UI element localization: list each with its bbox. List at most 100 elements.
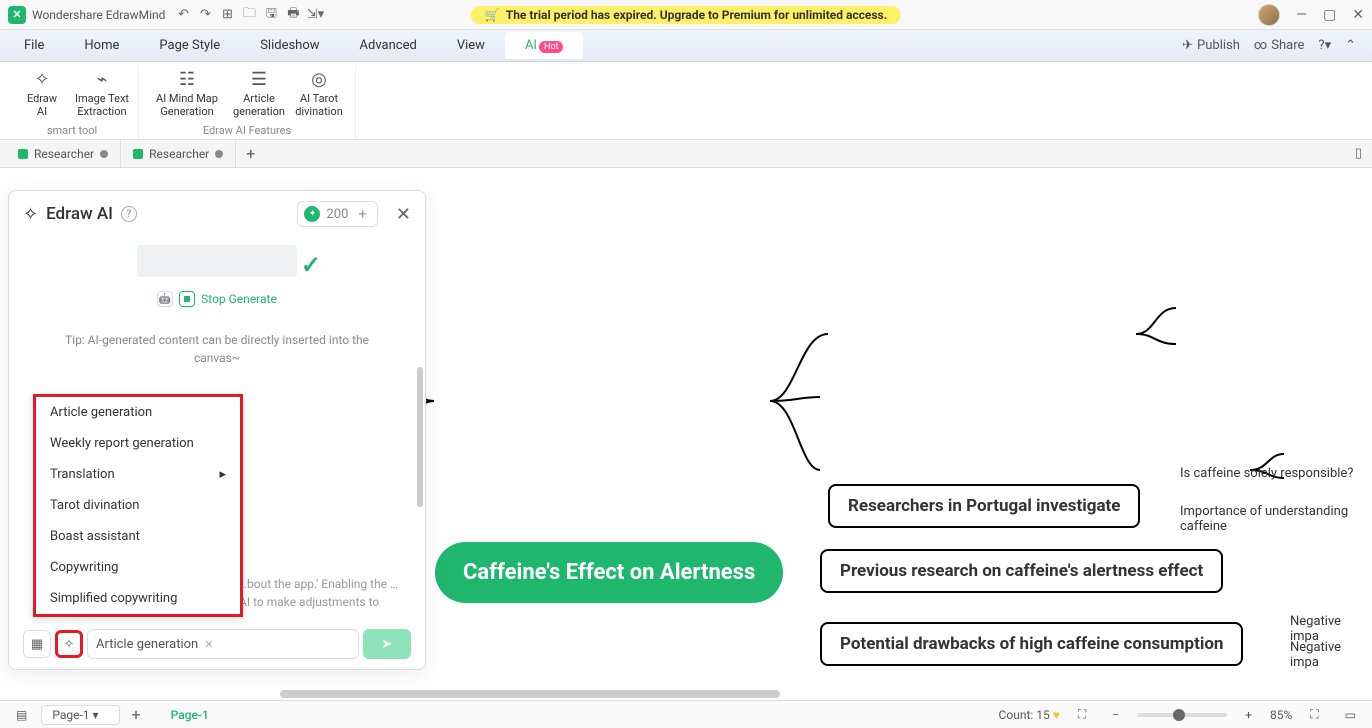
ai-mindmap-button[interactable]: ☷AI Mind MapGeneration: [147, 66, 227, 118]
count-label: Count: 15 ♥: [999, 708, 1060, 722]
collapse-ribbon-icon[interactable]: ⌃: [1345, 38, 1356, 53]
ribbon-group-smart-tool: ✧EdrawAI ⌁Image TextExtraction smart too…: [6, 66, 139, 139]
unsaved-dot-icon: [100, 150, 108, 158]
doc-tab[interactable]: Researcher: [6, 140, 121, 168]
ribbon-group-label: smart tool: [47, 124, 97, 139]
send-button[interactable]: ➤: [363, 629, 411, 659]
add-credits-icon[interactable]: +: [354, 205, 371, 223]
menu-file[interactable]: File: [4, 32, 64, 59]
image-text-extraction-button[interactable]: ⌁Image TextExtraction: [74, 66, 130, 118]
menu-page-style[interactable]: Page Style: [139, 32, 240, 59]
backdrop-placeholder-text: …bout the app.' Enabling the … AI to mak…: [239, 575, 409, 611]
mindmap-leaf-node[interactable]: Importance of understanding caffeine: [1180, 504, 1372, 534]
ai-mode-popup: Article generation Weekly report generat…: [33, 394, 243, 617]
stop-generate-button[interactable]: Stop Generate: [201, 292, 277, 306]
menu-view[interactable]: View: [437, 32, 505, 59]
title-bar: ✕ Wondershare EdrawMind ↶ ↷ ⊞ 🗀 🖫 🖶 ⇲▾ 🛒…: [0, 0, 1372, 30]
popup-copywriting[interactable]: Copywriting: [36, 552, 240, 583]
fit-page-icon[interactable]: ⛶: [1070, 707, 1094, 722]
chevron-right-icon: ▸: [219, 467, 226, 482]
doc-icon: [133, 149, 143, 159]
cart-icon: 🛒: [485, 8, 500, 22]
save-icon[interactable]: 🖫: [263, 7, 279, 23]
mindmap-leaf-node[interactable]: Negative impa: [1290, 640, 1372, 670]
trial-text: The trial period has expired. Upgrade to…: [506, 8, 887, 22]
ribbon-group-label: Edraw AI Features: [203, 124, 291, 139]
tarot-button[interactable]: ◎AI Tarotdivination: [291, 66, 347, 118]
zoom-slider[interactable]: [1137, 713, 1227, 717]
menu-slideshow[interactable]: Slideshow: [240, 32, 339, 59]
close-panel-icon[interactable]: ✕: [396, 204, 411, 225]
stop-icon[interactable]: [179, 291, 195, 307]
mindmap-root-node[interactable]: Caffeine's Effect on Alertness: [435, 542, 783, 603]
ai-input-row: ▦ ✧ Article generation✕ ➤: [23, 629, 411, 659]
doc-icon: [18, 149, 28, 159]
popup-translation[interactable]: Translation▸: [36, 459, 240, 490]
popup-weekly-report[interactable]: Weekly report generation: [36, 428, 240, 459]
page-selector[interactable]: Page-1 ▾: [41, 705, 119, 725]
publish-button[interactable]: ✈ Publish: [1182, 38, 1240, 53]
fullscreen-icon[interactable]: ⛶: [1302, 707, 1326, 722]
mindmap-branch-node[interactable]: Potential drawbacks of high caffeine con…: [820, 622, 1243, 666]
minimize-button[interactable]: —: [1296, 7, 1307, 23]
mindmap-branch-node[interactable]: Researchers in Portugal investigate: [828, 484, 1140, 528]
popup-article-generation[interactable]: Article generation: [36, 397, 240, 428]
popup-tarot[interactable]: Tarot divination: [36, 490, 240, 521]
clear-chip-icon[interactable]: ✕: [204, 638, 213, 651]
sparkle-icon: ✧: [31, 68, 53, 90]
share-button[interactable]: ∞ Share: [1254, 38, 1305, 53]
export-icon[interactable]: ⇲▾: [307, 7, 323, 23]
insert-canvas-icon[interactable]: ▦: [23, 630, 51, 658]
open-icon[interactable]: 🗀: [241, 7, 257, 23]
document-tabs: Researcher Researcher + ▯: [0, 140, 1372, 168]
credits-display[interactable]: ✦ 200 +: [297, 201, 377, 227]
pane-toggle-icon[interactable]: ▯: [1345, 146, 1372, 161]
mindmap-icon: ☷: [176, 68, 198, 90]
mindmap-leaf-node[interactable]: Is caffeine solely responsible?: [1180, 466, 1353, 481]
ai-panel-icon: ✧: [23, 204, 38, 225]
popup-boast[interactable]: Boast assistant: [36, 521, 240, 552]
help-icon[interactable]: ?: [121, 206, 137, 222]
menu-home[interactable]: Home: [64, 32, 139, 59]
print-icon[interactable]: 🖶: [285, 7, 301, 23]
close-button[interactable]: ✕: [1352, 7, 1364, 23]
ai-panel-body: ✓ 🤖 Stop Generate Tip: AI-generated cont…: [9, 237, 425, 669]
quick-access-toolbar: ↶ ↷ ⊞ 🗀 🖫 🖶 ⇲▾: [175, 7, 323, 23]
menu-ai[interactable]: AIHot: [505, 32, 584, 59]
unsaved-dot-icon: [215, 150, 223, 158]
ai-mode-button[interactable]: ✧: [55, 630, 83, 658]
add-page-button[interactable]: +: [132, 705, 141, 724]
mindmap-branch-node[interactable]: Previous research on caffeine's alertnes…: [820, 549, 1223, 593]
active-page-label[interactable]: Page-1: [171, 708, 209, 722]
ai-prompt-input[interactable]: Article generation✕: [87, 629, 359, 659]
zoom-out-icon[interactable]: −: [1104, 708, 1127, 722]
new-icon[interactable]: ⊞: [219, 7, 235, 23]
user-avatar[interactable]: [1258, 4, 1280, 26]
redo-icon[interactable]: ↷: [197, 7, 213, 23]
outline-view-icon[interactable]: ▤: [8, 708, 35, 722]
menu-bar: File Home Page Style Slideshow Advanced …: [0, 30, 1372, 62]
heart-icon: ♥: [1053, 708, 1060, 722]
check-icon: ✓: [301, 251, 321, 279]
ai-panel-title: Edraw AI: [46, 204, 113, 224]
status-bar: ▤ Page-1 ▾ + Page-1 Count: 15 ♥ ⛶ − + 85…: [0, 700, 1372, 728]
help-button[interactable]: ?▾: [1318, 38, 1331, 53]
add-tab-button[interactable]: +: [236, 144, 265, 163]
credits-icon: ✦: [304, 206, 320, 222]
horizontal-scrollbar[interactable]: [280, 690, 780, 698]
menu-advanced[interactable]: Advanced: [340, 32, 437, 59]
canvas[interactable]: Caffeine's Effect on Alertness Researche…: [0, 168, 1372, 700]
trial-banner[interactable]: 🛒 The trial period has expired. Upgrade …: [471, 6, 901, 24]
credits-value: 200: [326, 207, 348, 222]
maximize-button[interactable]: ▢: [1323, 7, 1336, 23]
undo-icon[interactable]: ↶: [175, 7, 191, 23]
zoom-in-icon[interactable]: +: [1237, 708, 1260, 722]
doc-tab[interactable]: Researcher: [121, 140, 236, 168]
popup-simplified-copywriting[interactable]: Simplified copywriting: [36, 583, 240, 614]
edraw-ai-button[interactable]: ✧EdrawAI: [14, 66, 70, 118]
presentation-icon[interactable]: ▭: [1337, 708, 1364, 722]
article-generation-button[interactable]: ☰Articlegeneration: [231, 66, 287, 118]
scrollbar[interactable]: [417, 367, 423, 507]
article-icon: ☰: [248, 68, 270, 90]
stop-generate-row: 🤖 Stop Generate: [23, 291, 411, 307]
